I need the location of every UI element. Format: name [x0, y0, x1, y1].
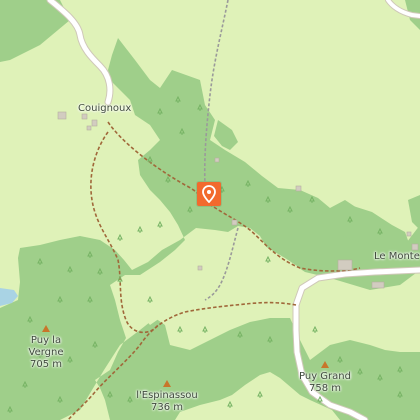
peak-elevation: 736 m	[150, 402, 183, 413]
peak-triangle-icon	[163, 380, 171, 387]
tree-icon	[117, 233, 123, 241]
place-label-le-monte: Le Monte	[374, 251, 420, 262]
tree-icon	[257, 390, 263, 398]
location-pin-icon	[202, 185, 216, 203]
peak-name-line1: Puy la	[30, 335, 62, 346]
peak-elevation: 705 m	[29, 359, 62, 370]
peak-name-line2: Vergne	[28, 347, 64, 358]
peak-puy-grand: Puy Grand 758 m	[292, 361, 358, 395]
map-view[interactable]: Couignoux Le Monte Puy la Vergne 705 m l…	[0, 0, 420, 420]
place-label-couignoux: Couignoux	[78, 103, 132, 114]
tree-icon	[312, 325, 318, 333]
tree-icon	[177, 325, 183, 333]
peak-triangle-icon	[42, 325, 50, 332]
peak-name: l'Espinassou	[136, 390, 198, 401]
peak-puy-la-vergne: Puy la Vergne 705 m	[14, 325, 78, 371]
peak-name: Puy Grand	[299, 371, 351, 382]
tree-icon	[137, 225, 143, 233]
tree-icon	[202, 325, 208, 333]
tree-icon	[227, 400, 233, 408]
peak-espinassou: l'Espinassou 736 m	[128, 380, 206, 414]
peak-triangle-icon	[321, 361, 329, 368]
location-marker[interactable]	[197, 182, 221, 206]
peak-elevation: 758 m	[308, 383, 341, 394]
tree-icon	[157, 220, 163, 228]
